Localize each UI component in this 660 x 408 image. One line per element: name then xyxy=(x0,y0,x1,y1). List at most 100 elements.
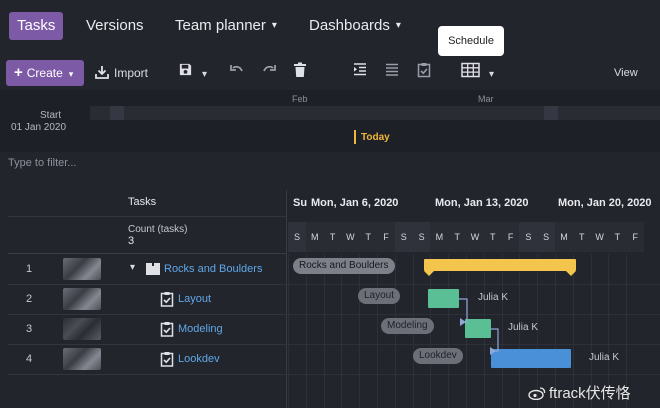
day-cell: S xyxy=(519,222,538,252)
day-cell: T xyxy=(572,222,591,252)
day-cell: T xyxy=(448,222,467,252)
count-value: 3 xyxy=(128,235,135,247)
clipboard-check-icon xyxy=(417,63,431,78)
task-thumbnail xyxy=(63,348,101,370)
task-check-icon xyxy=(160,292,174,307)
indent-button[interactable] xyxy=(352,62,368,84)
chevron-down-icon: ▾ xyxy=(68,69,74,79)
toolbar: + Create ▾ Import ▾ ▾ View xyxy=(0,56,660,90)
task-thumbnail xyxy=(63,318,101,340)
day-cell: F xyxy=(626,222,645,252)
timeline-range-handle[interactable] xyxy=(110,106,124,120)
week-label: Su xyxy=(293,197,308,209)
timeline-range-bar xyxy=(90,106,660,120)
header-divider xyxy=(8,216,286,217)
count-label: Count (tasks) xyxy=(128,224,188,235)
week-label: Mon, Jan 13, 2020 xyxy=(435,197,529,209)
day-cell: S xyxy=(537,222,556,252)
day-cell: W xyxy=(590,222,609,252)
day-cell: T xyxy=(323,222,342,252)
task-name-link[interactable]: Lookdev xyxy=(178,353,220,365)
filter-input[interactable] xyxy=(8,152,278,174)
task-check-icon xyxy=(160,322,174,337)
table-row[interactable]: 1 ▾ Rocks and Boulders xyxy=(8,254,286,284)
trash-icon xyxy=(294,62,306,77)
import-icon xyxy=(95,66,109,79)
tab-versions[interactable]: Versions xyxy=(86,12,144,40)
timeline-overview[interactable]: Feb Mar Start 01 Jan 2020 Today xyxy=(0,90,660,152)
day-cell: M xyxy=(430,222,449,252)
top-navigation: Tasks Versions Team planner ▾ Dashboards ▾ xyxy=(0,0,660,54)
table-row[interactable]: 2 Layout xyxy=(8,284,286,314)
task-check-icon xyxy=(160,352,174,367)
day-cell: W xyxy=(466,222,484,252)
weibo-logo-icon xyxy=(528,387,546,400)
chevron-down-icon: ▾ xyxy=(489,69,495,80)
today-label: Today xyxy=(361,132,390,143)
row-number: 3 xyxy=(26,323,33,335)
tab-team-planner[interactable]: Team planner ▾ xyxy=(175,12,277,40)
chevron-down-icon: ▾ xyxy=(271,20,277,31)
save-icon xyxy=(179,63,192,76)
day-cell: T xyxy=(483,222,502,252)
day-cell: S xyxy=(288,222,306,252)
schedule-view-button[interactable] xyxy=(461,62,480,84)
table-row[interactable]: 3 Modeling xyxy=(8,314,286,344)
chevron-down-icon: ▾ xyxy=(395,20,401,31)
day-cell: M xyxy=(555,222,573,252)
import-button-label: Import xyxy=(114,66,149,80)
task-thumbnail xyxy=(63,288,101,310)
day-cell: W xyxy=(341,222,360,252)
delete-button[interactable] xyxy=(293,62,307,84)
chevron-down-icon: ▾ xyxy=(202,69,208,80)
tab-team-planner-label: Team planner xyxy=(175,17,266,34)
row-number: 4 xyxy=(26,353,33,365)
save-button[interactable] xyxy=(178,62,193,84)
day-cell: F xyxy=(377,222,395,252)
day-cell: S xyxy=(412,222,431,252)
tasks-column-header[interactable]: Tasks xyxy=(128,196,156,208)
tab-dashboards-label: Dashboards xyxy=(309,17,390,34)
timeline-month-label: Feb xyxy=(292,94,308,104)
task-name-link[interactable]: Layout xyxy=(178,293,211,305)
today-marker xyxy=(354,130,356,144)
watermark-text: ftrack伏传恪 xyxy=(549,385,631,402)
day-cell: F xyxy=(501,222,520,252)
create-button-label: Create xyxy=(26,66,63,80)
task-thumbnail xyxy=(63,258,101,280)
day-cell: M xyxy=(305,222,324,252)
checklist-button[interactable] xyxy=(416,62,432,84)
view-button[interactable]: View xyxy=(614,62,638,84)
day-cell: S xyxy=(394,222,413,252)
table-row[interactable]: 4 Lookdev xyxy=(8,344,286,374)
schedule-tooltip: Schedule xyxy=(438,26,504,62)
create-button[interactable]: + Create ▾ xyxy=(6,60,84,86)
schedule-options-button[interactable]: ▾ xyxy=(489,62,494,84)
tab-tasks[interactable]: Tasks xyxy=(9,12,64,40)
list-icon xyxy=(386,63,398,76)
tab-dashboards[interactable]: Dashboards ▾ xyxy=(309,12,401,40)
folder-icon xyxy=(146,263,160,275)
task-name-link[interactable]: Rocks and Boulders xyxy=(164,263,262,275)
week-label: Mon, Jan 20, 2020 xyxy=(558,197,652,209)
task-name-link[interactable]: Modeling xyxy=(178,323,223,335)
row-number: 1 xyxy=(26,263,33,275)
indent-icon xyxy=(354,63,366,76)
week-label: Mon, Jan 6, 2020 xyxy=(311,197,399,209)
timeline-range-handle[interactable] xyxy=(544,106,558,120)
day-cell: T xyxy=(608,222,627,252)
redo-button[interactable] xyxy=(261,62,277,84)
chevron-down-icon[interactable]: ▾ xyxy=(130,262,135,273)
grid-schedule-icon xyxy=(461,62,480,78)
undo-button[interactable] xyxy=(229,62,245,84)
day-cell: T xyxy=(359,222,378,252)
save-options-button[interactable]: ▾ xyxy=(202,62,207,84)
row-number: 2 xyxy=(26,293,33,305)
row-divider xyxy=(8,374,286,375)
redo-icon xyxy=(263,65,276,72)
plus-icon: + xyxy=(14,64,23,81)
list-view-button[interactable] xyxy=(384,62,400,84)
timeline-start-label: Start xyxy=(40,110,62,121)
undo-icon xyxy=(230,65,243,72)
import-button[interactable]: Import xyxy=(94,62,148,84)
